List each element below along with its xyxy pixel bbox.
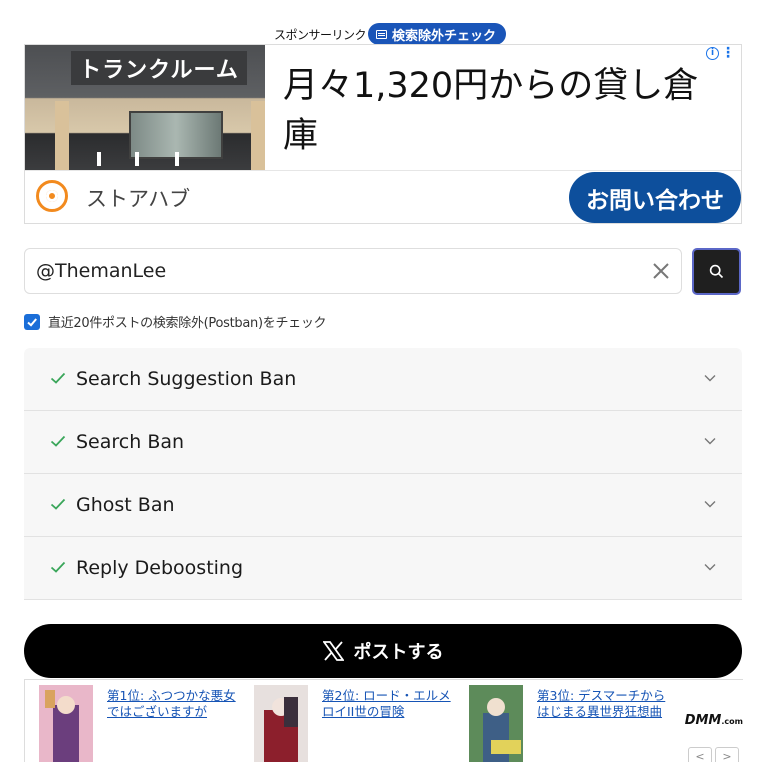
accordion-item-search-ban[interactable]: Search Ban (24, 411, 742, 474)
ranking-link[interactable]: 第2位: ロード・エルメロイII世の冒険 (322, 688, 462, 720)
x-logo-icon (322, 641, 344, 661)
post-button-label: ポストする (353, 642, 444, 663)
list-icon (376, 29, 388, 39)
postban-label[interactable]: 直近20件ポストの検索除外(Postban)をチェック (48, 312, 327, 331)
ad-headline[interactable]: 月々1,320円からの貸し倉庫 (283, 61, 723, 161)
clear-icon[interactable] (651, 261, 671, 281)
dmm-suffix: .com (721, 717, 743, 726)
ad-menu-icon[interactable]: ⋮ (721, 45, 735, 61)
ban-check-accordion: Search Suggestion Ban Search Ban Ghost B… (24, 348, 742, 600)
ad-footer: ストアハブ お問い合わせ (25, 170, 741, 223)
check-icon (50, 498, 66, 510)
chevron-down-icon (704, 564, 716, 571)
photo-line (97, 152, 101, 166)
prev-button[interactable]: < (688, 747, 712, 762)
accordion-item-search-suggestion-ban[interactable]: Search Suggestion Ban (24, 348, 742, 411)
accordion-title: Reply Deboosting (76, 557, 244, 579)
check-pill-label: 検索除外チェック (392, 28, 497, 44)
ranking-link[interactable]: 第3位: デスマーチからはじまる異世界狂想曲 (537, 688, 677, 720)
book-cover[interactable] (39, 685, 93, 762)
ranking-link[interactable]: 第1位: ふつつかな悪女ではございますが (107, 688, 247, 720)
dmm-brand: DMM (684, 713, 722, 728)
accordion-title: Search Ban (76, 431, 185, 453)
accordion-title: Search Suggestion Ban (76, 368, 297, 390)
chevron-down-icon (704, 375, 716, 382)
postban-option[interactable]: 直近20件ポストの検索除外(Postban)をチェック (24, 312, 327, 331)
advertisement[interactable]: トランクルーム 月々1,320円からの貸し倉庫 i ⋮ ストアハブ お問い合わせ (24, 44, 742, 224)
chevron-down-icon (704, 501, 716, 508)
photo-sign: トランクルーム (71, 51, 247, 85)
accordion-item-ghost-ban[interactable]: Ghost Ban (24, 474, 742, 537)
brand-logo-icon[interactable] (36, 180, 68, 212)
postban-checkbox[interactable] (24, 313, 40, 330)
search-button[interactable] (692, 248, 741, 295)
accordion-item-reply-deboosting[interactable]: Reply Deboosting (24, 537, 742, 600)
search-icon (709, 264, 724, 279)
check-icon (50, 372, 66, 384)
check-icon (50, 561, 66, 573)
photo-pillar (55, 101, 69, 170)
ad-photo[interactable]: トランクルーム (25, 45, 265, 170)
book-cover[interactable] (254, 685, 308, 762)
ranking-widget: 第1位: ふつつかな悪女ではございますが 第2位: ロード・エルメロイII世の冒… (24, 679, 743, 762)
ad-info-icon[interactable]: i (706, 47, 719, 60)
check-pill-button[interactable]: 検索除外チェック (368, 23, 507, 45)
search-field[interactable] (24, 248, 682, 294)
book-cover[interactable] (469, 685, 523, 762)
checkmark-icon (27, 317, 37, 327)
dmm-logo[interactable]: DMM.com (685, 713, 743, 728)
photo-line (135, 152, 139, 166)
check-icon (50, 435, 66, 447)
chevron-down-icon (704, 438, 716, 445)
ad-brand[interactable]: ストアハブ (86, 183, 190, 213)
accordion-title: Ghost Ban (76, 494, 175, 516)
photo-pillar (251, 101, 265, 170)
post-to-x-button[interactable]: ポストする (24, 624, 742, 678)
next-button[interactable]: > (715, 747, 739, 762)
contact-button[interactable]: お問い合わせ (569, 172, 741, 223)
photo-line (175, 152, 179, 166)
ranking-nav: < > (688, 747, 739, 762)
sponsor-row: スポンサーリンク 検索除外チェック (274, 22, 507, 46)
sponsor-label: スポンサーリンク (274, 27, 367, 42)
search-input[interactable] (36, 258, 636, 284)
